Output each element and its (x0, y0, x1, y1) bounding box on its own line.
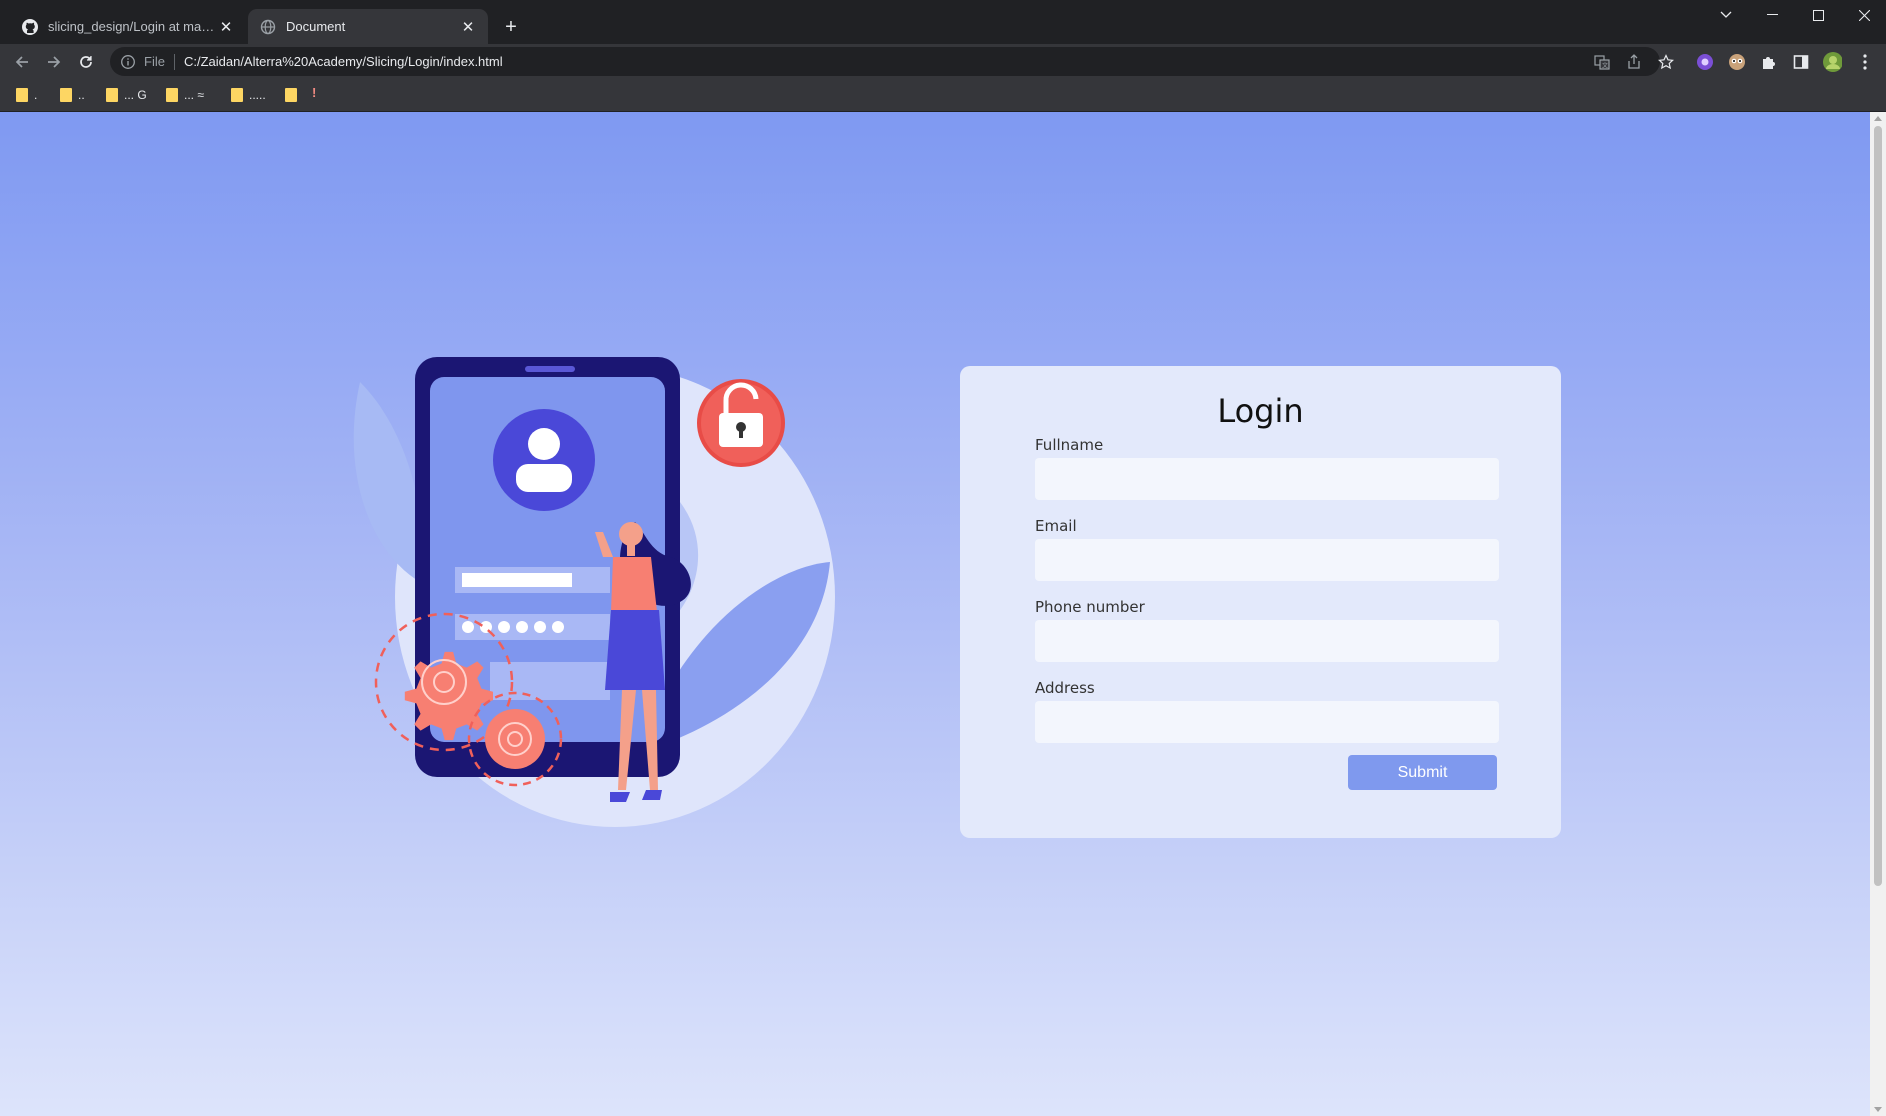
extension-purple-icon[interactable] (1695, 52, 1715, 72)
tab-search-chevron-icon[interactable] (1703, 0, 1749, 30)
folder-icon (106, 88, 118, 102)
phone-button (490, 662, 610, 700)
user-head-icon (528, 428, 560, 460)
fullname-input[interactable] (1035, 458, 1499, 500)
folder-icon (231, 88, 243, 102)
url-text[interactable]: C:/Zaidan/Alterra%20Academy/Slicing/Logi… (184, 54, 503, 69)
bookmark-label: .. (78, 88, 85, 102)
phone-field-2 (455, 614, 610, 640)
phone-field-1-fill (462, 573, 572, 587)
address-bar[interactable]: File C:/Zaidan/Alterra%20Academy/Slicing… (110, 47, 1660, 76)
bookmark-star-icon[interactable] (1656, 52, 1676, 72)
login-form: Login Fullname Email Phone number Addres… (960, 366, 1561, 838)
divider (173, 53, 175, 70)
phone-number-input[interactable] (1035, 620, 1499, 662)
menu-kebab-icon[interactable] (1855, 52, 1875, 72)
globe-icon (260, 19, 276, 34)
info-icon[interactable] (120, 54, 136, 70)
close-icon[interactable]: ✕ (460, 19, 476, 36)
email-label: Email (1035, 517, 1077, 535)
scroll-down-arrow-icon[interactable] (1874, 1107, 1882, 1112)
bookmark-folder[interactable]: ... ≈ (166, 85, 204, 105)
bookmark-folder[interactable]: ... G (106, 85, 147, 105)
address-label: Address (1035, 679, 1095, 697)
minimize-icon[interactable] (1749, 0, 1795, 30)
page-viewport: Login Fullname Email Phone number Addres… (0, 112, 1870, 1116)
extension-owl-icon[interactable] (1727, 52, 1747, 72)
warning-mark: ! (312, 85, 317, 100)
scroll-up-arrow-icon[interactable] (1874, 116, 1882, 121)
new-tab-plus-icon[interactable]: + (498, 14, 524, 40)
profile-avatar-icon[interactable] (1822, 52, 1842, 72)
user-body-icon (516, 464, 572, 492)
side-panel-icon[interactable] (1791, 52, 1811, 72)
scheme-label: File (144, 54, 165, 69)
tab-document[interactable]: Document ✕ (248, 9, 488, 44)
tab-title: Document (286, 19, 346, 34)
share-icon[interactable] (1624, 52, 1644, 72)
bookmarks-bar: . .. ... G ... ≈ ..... ! (0, 79, 1886, 112)
browser-toolbar: File C:/Zaidan/Alterra%20Academy/Slicing… (0, 44, 1886, 79)
tab-strip: slicing_design/Login at master · ... ✕ D… (0, 0, 1886, 44)
tab-title: slicing_design/Login at master · ... (48, 19, 218, 34)
leaf-left-icon (353, 382, 423, 582)
tab-github[interactable]: slicing_design/Login at master · ... ✕ (10, 9, 246, 44)
folder-icon (60, 88, 72, 102)
scrollbar-thumb[interactable] (1874, 126, 1882, 886)
svg-text:文: 文 (1602, 62, 1608, 70)
bookmark-label: ..... (249, 88, 266, 102)
login-security-illustration (353, 357, 835, 827)
folder-icon (285, 88, 297, 102)
reload-icon[interactable] (72, 48, 100, 76)
extensions-puzzle-icon[interactable] (1759, 52, 1779, 72)
form-title: Login (1217, 392, 1304, 430)
folder-icon (166, 88, 178, 102)
bookmark-label: . (34, 88, 38, 102)
maximize-icon[interactable] (1795, 0, 1841, 30)
window-close-icon[interactable] (1841, 0, 1886, 30)
bookmark-folder[interactable]: .. (60, 85, 85, 105)
address-input[interactable] (1035, 701, 1499, 743)
phone-number-label: Phone number (1035, 598, 1145, 616)
bookmark-folder[interactable] (285, 85, 303, 105)
close-icon[interactable]: ✕ (218, 19, 234, 36)
phone-speaker (525, 366, 575, 372)
fullname-label: Fullname (1035, 436, 1104, 454)
forward-arrow-icon[interactable] (40, 48, 68, 76)
vertical-scrollbar[interactable] (1870, 112, 1886, 1116)
back-arrow-icon[interactable] (8, 48, 36, 76)
translate-icon[interactable]: 文 (1592, 52, 1612, 72)
bookmark-label: ... G (124, 88, 147, 102)
email-input[interactable] (1035, 539, 1499, 581)
github-icon (22, 18, 38, 35)
submit-button[interactable]: Submit (1348, 755, 1497, 790)
folder-icon (16, 88, 28, 102)
bookmark-folder[interactable]: . (16, 85, 37, 105)
bookmark-folder[interactable]: ..... (231, 85, 266, 105)
bookmark-label: ... ≈ (184, 88, 204, 102)
